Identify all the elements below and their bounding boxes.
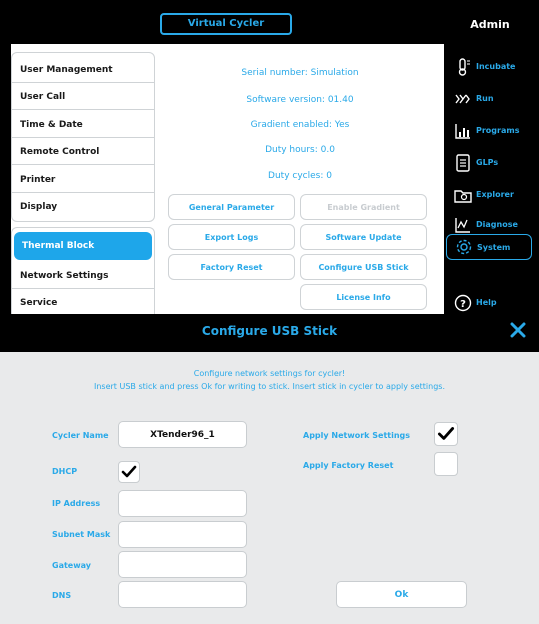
duty-cycles: Duty cycles: 0 — [268, 171, 332, 181]
configure-usb-stick-button[interactable]: Configure USB Stick — [300, 254, 427, 280]
bar-chart-icon — [455, 124, 470, 139]
menu-item-service[interactable]: Service — [12, 290, 155, 316]
serial-number: Serial number: Simulation — [241, 68, 359, 78]
software-update-button[interactable]: Software Update — [300, 224, 427, 250]
menu-item-user-call[interactable]: User Call — [12, 84, 155, 110]
general-parameter-button[interactable]: General Parameter — [168, 194, 295, 220]
ok-button[interactable]: Ok — [336, 581, 467, 608]
gateway-field[interactable] — [118, 551, 247, 578]
nav-glps-label: GLPs — [476, 158, 499, 167]
dialog-intro-line-1: Configure network settings for cycler! — [193, 369, 346, 378]
apply-network-settings-checkbox[interactable] — [434, 422, 458, 446]
menu-item-thermal-block[interactable]: Thermal Block — [14, 232, 152, 260]
menu-item-network-settings[interactable]: Network Settings — [12, 263, 155, 289]
menu-item-user-management[interactable]: User Management — [12, 57, 155, 83]
gateway-label: Gateway — [52, 561, 91, 570]
apply-factory-reset-label: Apply Factory Reset — [303, 461, 394, 470]
cycler-name-field[interactable]: XTender96_1 — [118, 421, 247, 448]
nav-system[interactable]: System — [446, 234, 532, 260]
enable-gradient-button[interactable]: Enable Gradient — [300, 194, 427, 220]
nav-incubate[interactable]: Incubate — [444, 54, 539, 80]
nav-help[interactable]: ? Help — [444, 290, 539, 316]
nav-run-label: Run — [476, 94, 494, 103]
folder-icon — [454, 190, 472, 203]
dhcp-label: DHCP — [52, 467, 78, 476]
menu-group-2: Thermal Block Network Settings Service — [11, 227, 155, 320]
nav-programs-label: Programs — [476, 126, 520, 135]
diagnose-chart-icon — [455, 218, 470, 233]
menu-item-display[interactable]: Display — [12, 194, 155, 220]
dns-label: DNS — [52, 591, 72, 600]
thermometer-icon — [458, 58, 470, 76]
nav-glps[interactable]: GLPs — [444, 150, 539, 176]
tab-virtual-cycler[interactable]: Virtual Cycler — [160, 13, 292, 35]
checkmark-icon — [121, 465, 137, 478]
nav-explorer[interactable]: Explorer — [444, 182, 539, 208]
nav-system-label: System — [477, 243, 511, 252]
dialog-title: Configure USB Stick — [201, 324, 338, 338]
export-logs-button[interactable]: Export Logs — [168, 224, 295, 250]
help-icon: ? — [454, 294, 472, 312]
nav-explorer-label: Explorer — [476, 190, 514, 199]
ip-address-field[interactable] — [118, 490, 247, 517]
software-version: Software version: 01.40 — [246, 95, 354, 105]
dhcp-checkbox[interactable] — [118, 461, 140, 483]
subnet-mask-label: Subnet Mask — [52, 530, 111, 539]
cycler-name-label: Cycler Name — [52, 431, 109, 440]
apply-network-settings-label: Apply Network Settings — [303, 431, 411, 440]
nav-programs[interactable]: Programs — [444, 118, 539, 144]
nav-run[interactable]: Run — [444, 86, 539, 112]
duty-hours: Duty hours: 0.0 — [265, 145, 335, 155]
menu-item-remote-control[interactable]: Remote Control — [12, 139, 155, 165]
menu-item-time-date[interactable]: Time & Date — [12, 112, 155, 138]
ip-address-label: IP Address — [52, 499, 101, 508]
run-icon — [455, 94, 470, 104]
license-info-button[interactable]: License Info — [300, 284, 427, 310]
menu-group-1: User Management User Call Time & Date Re… — [11, 52, 155, 222]
left-border — [0, 44, 11, 320]
menu-item-printer[interactable]: Printer — [12, 167, 155, 193]
document-icon — [456, 154, 470, 172]
nav-incubate-label: Incubate — [476, 62, 516, 71]
gear-icon — [456, 239, 472, 255]
close-icon[interactable] — [510, 322, 526, 338]
dns-field[interactable] — [118, 581, 247, 608]
factory-reset-button[interactable]: Factory Reset — [168, 254, 295, 280]
subnet-mask-field[interactable] — [118, 521, 247, 548]
nav-help-label: Help — [476, 298, 497, 307]
checkmark-icon — [437, 427, 455, 440]
dialog-intro-line-2: Insert USB stick and press Ok for writin… — [94, 382, 445, 391]
apply-factory-reset-checkbox[interactable] — [434, 452, 458, 476]
gradient-status: Gradient enabled: Yes — [250, 120, 350, 130]
user-label[interactable]: Admin — [455, 18, 525, 31]
svg-text:?: ? — [460, 299, 466, 310]
